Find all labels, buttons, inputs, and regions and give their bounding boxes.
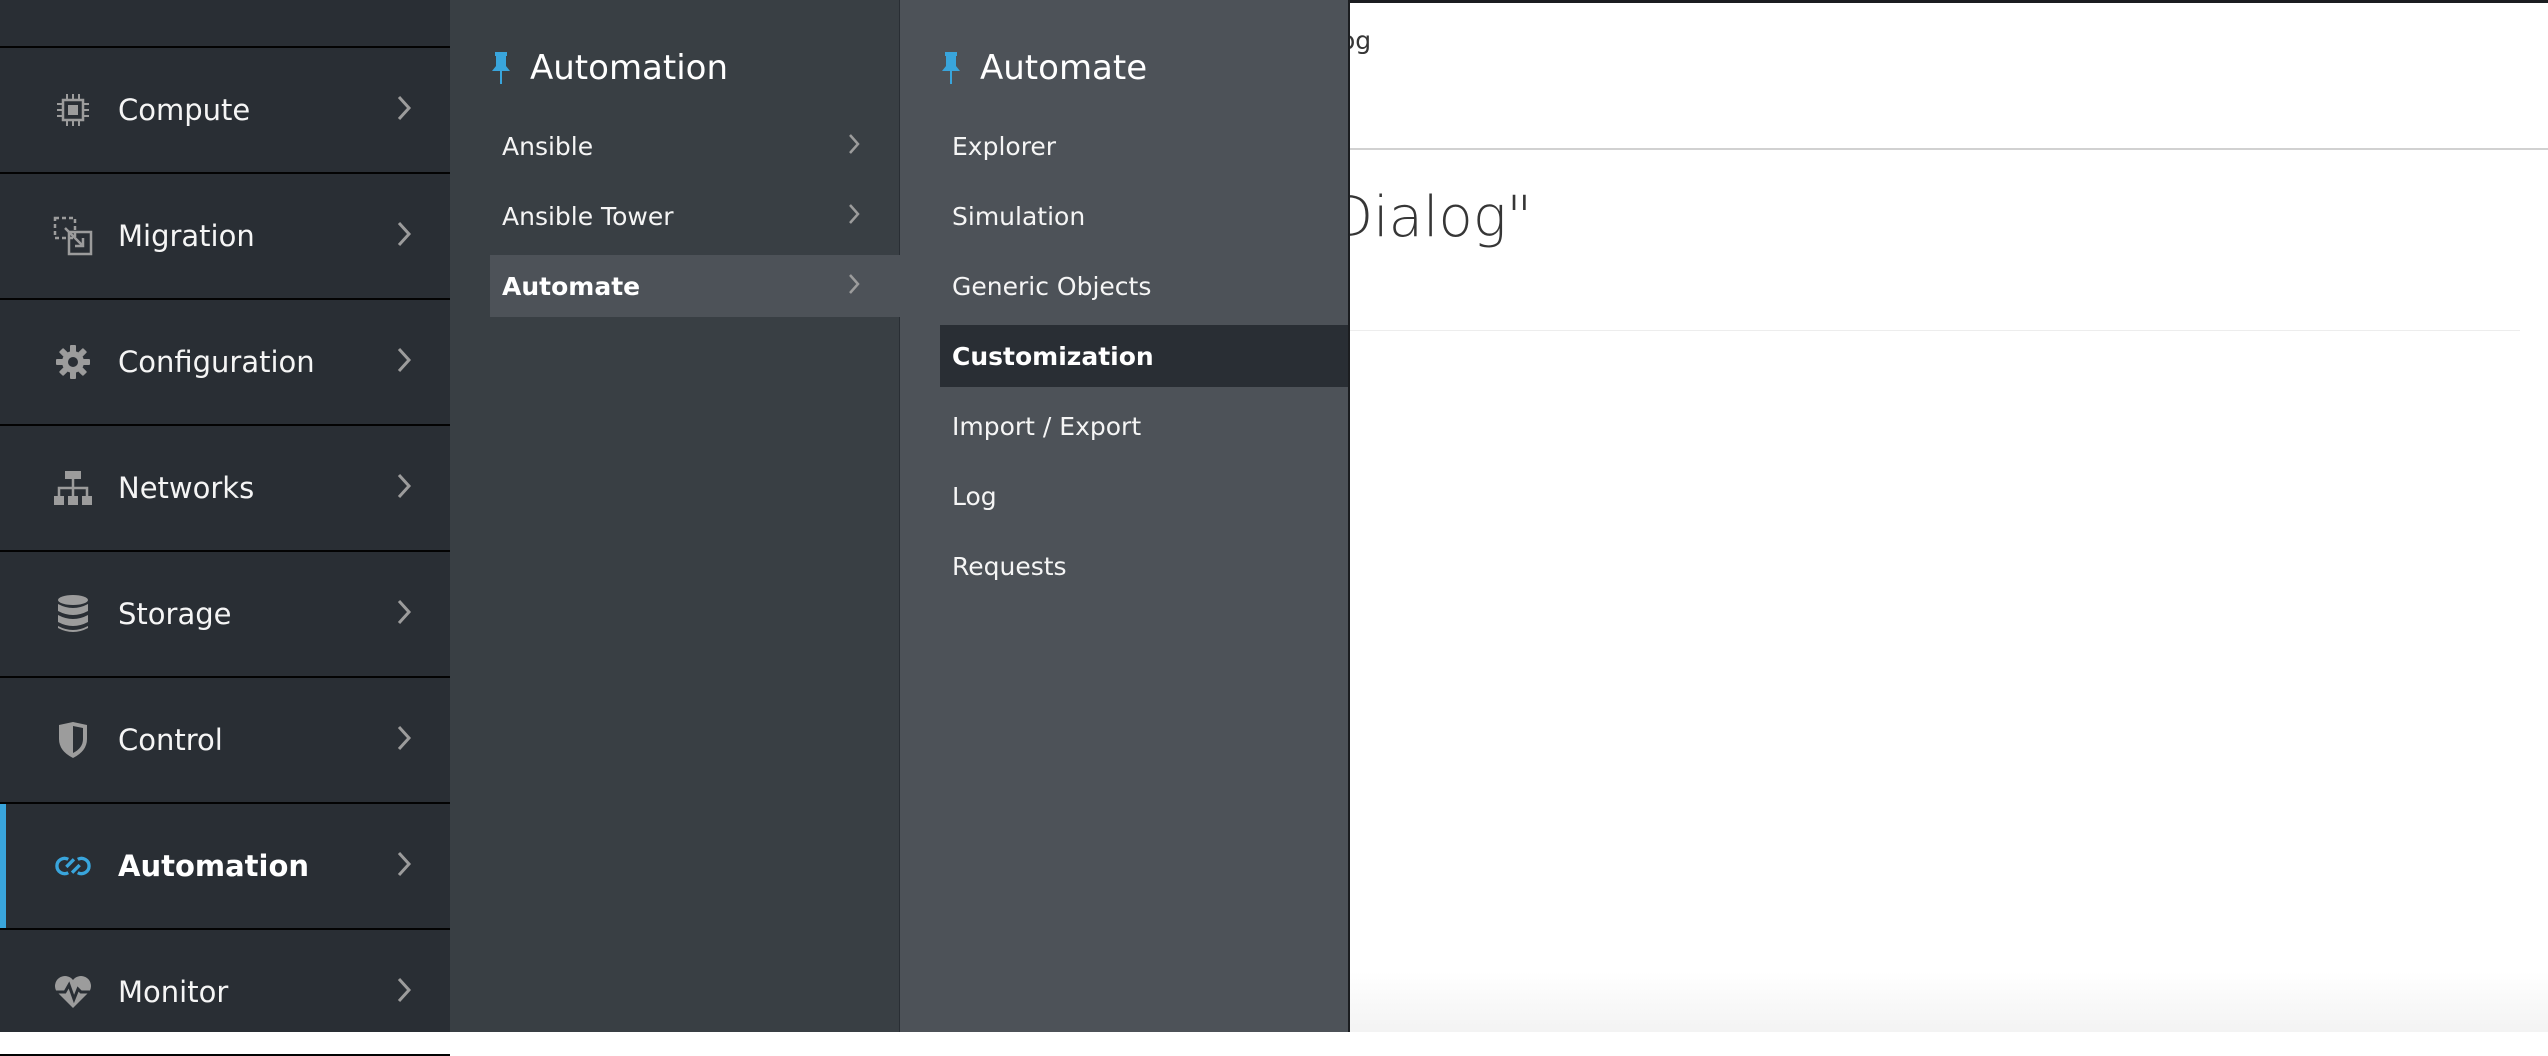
header-divider [1350, 148, 2548, 150]
primary-nav: Compute Migration Configuration Networks… [0, 0, 450, 1056]
tertiary-nav-header: Automate [940, 48, 1147, 88]
chevron-right-icon [396, 346, 412, 378]
menu-item-label: Automate [502, 271, 641, 301]
menu-item-label: Generic Objects [952, 271, 1152, 301]
menu-item-import-export[interactable]: Import / Export [940, 396, 1348, 456]
menu-item-label: Explorer [952, 131, 1057, 161]
menu-item-label: Import / Export [952, 411, 1142, 441]
menu-item-label: Log [952, 481, 997, 511]
title-divider [1350, 330, 2520, 331]
menu-item-label: Ansible Tower [502, 201, 674, 231]
network-icon [53, 468, 93, 508]
pin-icon[interactable] [940, 51, 962, 85]
tertiary-nav: Automate Explorer Simulation Generic Obj… [900, 0, 1350, 1032]
secondary-nav: Automation Ansible Ansible Tower Automat… [450, 0, 900, 1032]
automation-icon [53, 846, 93, 886]
nav-item-compute[interactable]: Compute [0, 48, 450, 174]
database-icon [53, 594, 93, 634]
menu-item-ansible-tower[interactable]: Ansible Tower [490, 186, 900, 246]
nav-item-label: Compute [118, 93, 251, 127]
chevron-right-icon [848, 203, 860, 229]
gear-icon [53, 342, 93, 382]
main-content [1350, 0, 2548, 1032]
nav-item-storage[interactable]: Storage [0, 552, 450, 678]
nav-item-label: Configuration [118, 345, 315, 379]
nav-item-label: Control [118, 723, 223, 757]
nav-item-migration[interactable]: Migration [0, 174, 450, 300]
migration-icon [53, 216, 93, 256]
menu-item-label: Customization [952, 341, 1154, 371]
nav-item-label: Storage [118, 597, 232, 631]
page-title-fragment: Dialog" [1330, 185, 1533, 250]
primary-nav-top [0, 0, 450, 48]
pin-icon[interactable] [490, 51, 512, 85]
menu-item-requests[interactable]: Requests [940, 536, 1348, 596]
chevron-right-icon [396, 976, 412, 1008]
menu-item-label: Simulation [952, 201, 1086, 231]
chip-icon [53, 90, 93, 130]
chevron-right-icon [396, 472, 412, 504]
nav-item-configuration[interactable]: Configuration [0, 300, 450, 426]
nav-item-label: Migration [118, 219, 255, 253]
bottom-shadow [1350, 972, 2548, 1032]
nav-item-automation[interactable]: Automation [0, 804, 450, 930]
chevron-right-icon [396, 598, 412, 630]
nav-item-control[interactable]: Control [0, 678, 450, 804]
chevron-right-icon [396, 94, 412, 126]
menu-item-simulation[interactable]: Simulation [940, 186, 1348, 246]
menu-item-log[interactable]: Log [940, 466, 1348, 526]
nav-item-label: Networks [118, 471, 255, 505]
chevron-right-icon [396, 724, 412, 756]
shield-icon [53, 720, 93, 760]
chevron-right-icon [396, 850, 412, 882]
chevron-right-icon [396, 220, 412, 252]
menu-item-automate[interactable]: Automate [490, 255, 900, 317]
nav-item-label: Monitor [118, 975, 229, 1009]
menu-item-explorer[interactable]: Explorer [940, 116, 1348, 176]
secondary-nav-title: Automation [530, 48, 729, 88]
secondary-nav-header: Automation [490, 48, 728, 88]
tertiary-nav-title: Automate [980, 48, 1148, 88]
menu-item-label: Ansible [502, 131, 594, 161]
nav-item-monitor[interactable]: Monitor [0, 930, 450, 1056]
nav-item-label: Automation [118, 849, 310, 883]
chevron-right-icon [848, 133, 860, 159]
menu-item-customization[interactable]: Customization [940, 325, 1348, 387]
menu-item-generic-objects[interactable]: Generic Objects [940, 256, 1348, 316]
chevron-right-icon [848, 273, 860, 299]
heartbeat-icon [53, 972, 93, 1012]
top-border [1350, 0, 2548, 3]
menu-item-ansible[interactable]: Ansible [490, 116, 900, 176]
nav-item-networks[interactable]: Networks [0, 426, 450, 552]
menu-item-label: Requests [952, 551, 1067, 581]
